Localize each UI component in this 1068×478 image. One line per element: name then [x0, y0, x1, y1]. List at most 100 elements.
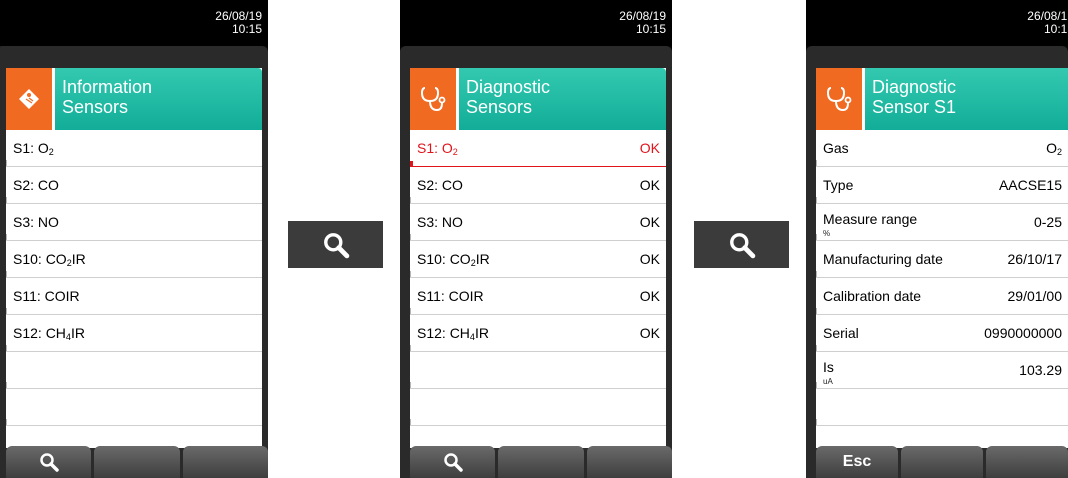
detail-unit: %	[823, 229, 831, 238]
sensor-row-s12[interactable]: S12: CH4IR OK	[410, 315, 666, 352]
label-suffix: IR	[70, 324, 85, 341]
page-title: Diagnostic Sensors	[459, 68, 666, 130]
title-line-2: Sensors	[466, 97, 533, 117]
title-line-1: Information	[62, 77, 153, 97]
status-datetime: 26/08/19 10:15	[1027, 10, 1068, 36]
detail-value: 103.29	[1019, 362, 1062, 378]
empty-row	[816, 389, 1068, 426]
empty-row	[410, 352, 666, 389]
detail-value: 29/01/00	[1007, 288, 1063, 304]
softkey-3[interactable]	[182, 446, 268, 478]
softkey-search[interactable]	[410, 446, 496, 478]
sensor-status: OK	[639, 251, 660, 267]
softkey-search[interactable]	[6, 446, 92, 478]
label-text: S1: O	[13, 139, 49, 156]
label-text: S10: CO	[417, 250, 471, 267]
status-bar: 26/08/19 10:15	[0, 0, 268, 46]
sensor-row-s12[interactable]: S12: CH4IR	[6, 315, 262, 352]
sensor-row-s10[interactable]: S10: CO2IR	[6, 241, 262, 278]
label-suffix: IR	[474, 324, 489, 341]
sensor-label: S3: NO	[13, 214, 59, 230]
detail-row-gas: Gas O2	[816, 130, 1068, 167]
main-panel: Information Sensors S1: O2 S2: CO S3: NO…	[6, 68, 262, 448]
screen-information-sensors: 26/08/19 10:15 Information Sensors S1: O…	[0, 0, 268, 478]
label-text: S12: CH	[417, 324, 470, 341]
title-line-1: Diagnostic	[872, 77, 957, 97]
sensor-row-s11[interactable]: S11: COIR	[6, 278, 262, 315]
sensor-status: OK	[639, 325, 660, 341]
search-transition-1	[288, 221, 383, 268]
title-line-1: Diagnostic	[466, 77, 551, 97]
sensor-row-s2[interactable]: S2: CO OK	[410, 167, 666, 204]
sensor-label: S12: CH4IR	[13, 325, 85, 342]
screen-header: Information Sensors	[6, 68, 262, 130]
esc-button[interactable]: Esc	[816, 446, 898, 478]
detail-value: 0-25	[1033, 214, 1062, 230]
detail-unit: uA	[823, 377, 833, 386]
sensor-status: OK	[639, 214, 660, 230]
empty-row	[6, 352, 262, 389]
softkey-bar	[6, 446, 268, 478]
screen-diagnostic-sensor-s1: 26/08/19 10:15 Diagnostic Sensor S1 Gas O…	[806, 0, 1068, 478]
sensor-status: OK	[639, 177, 660, 193]
search-icon	[39, 453, 59, 472]
sensor-row-s1[interactable]: S1: O2 OK	[410, 130, 666, 167]
status-datetime: 26/08/19 10:15	[215, 10, 262, 36]
sensor-row-s2[interactable]: S2: CO	[6, 167, 262, 204]
sensor-row-s1[interactable]: S1: O2	[6, 130, 262, 167]
softkey-2[interactable]	[498, 446, 584, 478]
sensor-label: S3: NO	[417, 214, 463, 230]
detail-row-measure-range: Measure range 0-25%	[816, 204, 1068, 241]
search-transition-2	[694, 221, 789, 268]
detail-label: Calibration date	[823, 288, 922, 304]
title-line-2: Sensors	[62, 97, 129, 117]
softkey-2[interactable]	[901, 446, 983, 478]
detail-row-manufacturing-date: Manufacturing date 26/10/17	[816, 241, 1068, 278]
sensor-row-s10[interactable]: S10: CO2IR OK	[410, 241, 666, 278]
detail-label: Type	[823, 177, 854, 193]
sensor-row-s11[interactable]: S11: COIR OK	[410, 278, 666, 315]
softkey-3[interactable]	[986, 446, 1068, 478]
softkey-3[interactable]	[586, 446, 672, 478]
softkey-2[interactable]	[94, 446, 180, 478]
empty-row	[410, 389, 666, 426]
value-sub: 2	[1056, 146, 1062, 157]
detail-label: Measure range	[823, 211, 918, 227]
sensor-label: S10: CO2IR	[417, 251, 490, 268]
detail-row-type: Type AACSE15	[816, 167, 1068, 204]
status-time: 10:15	[1043, 22, 1068, 36]
detail-value: 0990000000	[984, 325, 1062, 341]
sensor-label: S10: CO2IR	[13, 251, 86, 268]
stethoscope-icon	[816, 68, 862, 130]
main-panel: Diagnostic Sensor S1 Gas O2 Type AACSE15 M…	[816, 68, 1068, 448]
search-icon	[443, 453, 463, 472]
search-icon	[729, 232, 755, 258]
sensor-row-s3[interactable]: S3: NO OK	[410, 204, 666, 241]
label-text: S10: CO	[13, 250, 67, 267]
screen-header: Diagnostic Sensors	[410, 68, 666, 130]
sensor-label: S12: CH4IR	[417, 325, 489, 342]
screen-diagnostic-sensors: 26/08/19 10:15 Diagnostic Sensors S1: O2…	[400, 0, 672, 478]
sensor-label: S11: COIR	[417, 288, 484, 304]
label-suffix: IR	[71, 250, 86, 267]
detail-label: Gas	[823, 140, 849, 156]
label-sub: 2	[48, 146, 54, 157]
detail-value: O2	[1046, 140, 1062, 157]
tag-icon	[6, 68, 52, 130]
sensor-label: S2: CO	[417, 177, 463, 193]
detail-value: 26/10/17	[1007, 251, 1063, 267]
empty-row	[6, 389, 262, 426]
sensor-label: S2: CO	[13, 177, 59, 193]
sensor-label: S11: COIR	[13, 288, 80, 304]
detail-label: Manufacturing date	[823, 251, 943, 267]
detail-label: Serial	[823, 325, 859, 341]
label-suffix: IR	[475, 250, 490, 267]
page-title: Information Sensors	[55, 68, 262, 130]
status-datetime: 26/08/19 10:15	[619, 10, 666, 36]
value-text: O	[1046, 139, 1057, 156]
softkey-bar	[410, 446, 672, 478]
screen-header: Diagnostic Sensor S1	[816, 68, 1068, 130]
title-line-2: Sensor S1	[872, 97, 957, 117]
detail-row-calibration-date: Calibration date 29/01/00	[816, 278, 1068, 315]
sensor-row-s3[interactable]: S3: NO	[6, 204, 262, 241]
